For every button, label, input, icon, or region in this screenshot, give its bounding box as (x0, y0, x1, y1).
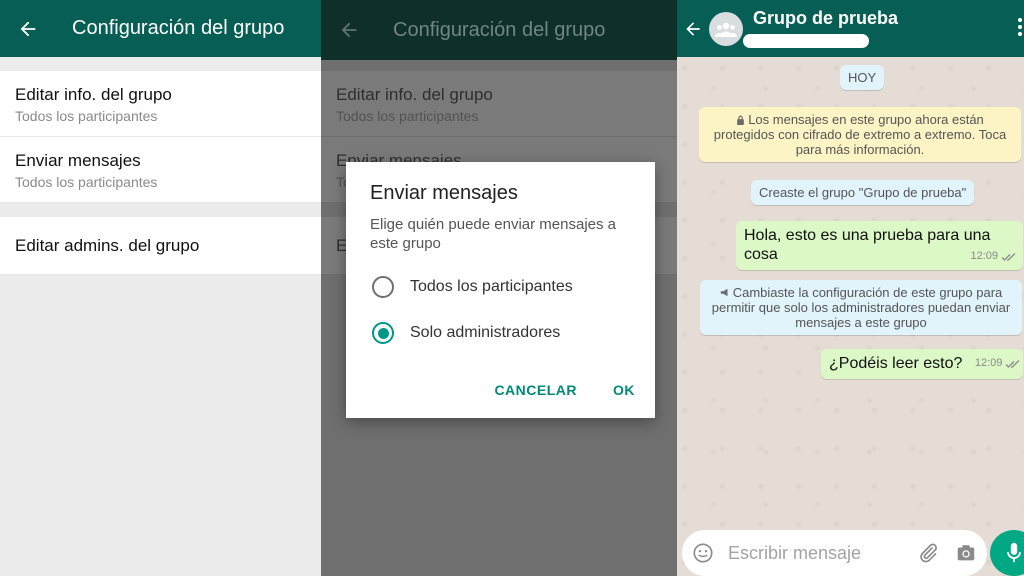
send-messages-dialog: Enviar mensajes Elige quién puede enviar… (346, 162, 655, 418)
message-meta: 12:09 (975, 354, 1022, 373)
app-bar-dimmed: Configuración del grupo (321, 0, 677, 60)
dialog-message: Elige quién puede enviar mensajes a este… (370, 216, 616, 252)
cancel-button[interactable]: CANCELAR (494, 382, 577, 398)
encryption-notice-text: Los mensajes en este grupo ahora están p… (713, 112, 1007, 157)
settings-change-notice: Cambiaste la configuración de este grupo… (700, 280, 1022, 335)
back-arrow-icon[interactable] (677, 19, 709, 39)
setting-send-messages[interactable]: Enviar mensajes Todos los participantes (0, 137, 321, 203)
emoji-icon[interactable] (692, 542, 714, 564)
megaphone-icon (720, 288, 728, 297)
setting-label: Editar admins. del grupo (15, 236, 200, 255)
message-time: 12:09 (974, 357, 1003, 369)
settings-card: Editar info. del grupo Todos los partici… (0, 71, 321, 203)
message-time: 12:09 (970, 250, 998, 262)
back-arrow-icon (321, 19, 377, 41)
group-settings-screen: Configuración del grupo Editar info. del… (0, 0, 321, 576)
radio-button[interactable] (372, 276, 394, 298)
option-label: Solo administradores (410, 324, 561, 341)
radio-button-checked[interactable] (372, 322, 394, 344)
double-check-icon (1005, 359, 1020, 368)
group-settings-dialog-screen: Configuración del grupo Editar info. del… (321, 0, 677, 576)
lock-icon (737, 115, 745, 125)
ok-button[interactable]: OK (613, 382, 635, 398)
group-avatar[interactable] (709, 11, 743, 46)
redacted-participants (743, 34, 869, 48)
setting-edit-admins[interactable]: Editar admins. del grupo (0, 217, 321, 275)
attach-icon[interactable] (917, 542, 939, 564)
page-title: Configuración del grupo (393, 18, 606, 41)
message-input[interactable]: Escribir mensaje (728, 543, 917, 564)
page-title: Configuración del grupo (72, 17, 285, 39)
outgoing-message[interactable]: ¿Podéis leer esto? 12:09 (821, 349, 1023, 379)
message-composer: Escribir mensaje (682, 530, 987, 576)
chat-app-bar: Grupo de prueba (677, 0, 1024, 57)
back-arrow-icon[interactable] (0, 18, 56, 40)
option-all-participants[interactable]: Todos los participantes (370, 265, 631, 309)
group-created-notice: Creaste el grupo "Grupo de prueba" (751, 180, 975, 205)
setting-label: Editar info. del grupo (15, 85, 172, 104)
date-chip: HOY (840, 65, 885, 90)
outgoing-message[interactable]: Hola, esto es una prueba para una cosa 1… (736, 221, 1023, 270)
dialog-title: Enviar mensajes (370, 182, 518, 204)
setting-edit-info[interactable]: Editar info. del grupo Todos los partici… (0, 71, 321, 137)
group-icon (715, 22, 737, 37)
settings-change-text: Cambiaste la configuración de este grupo… (711, 285, 1011, 330)
setting-value: Todos los participantes (15, 108, 158, 124)
setting-value: Todos los participantes (15, 174, 158, 190)
setting-value: Todos los participantes (336, 108, 479, 124)
more-options-icon[interactable] (1018, 18, 1024, 36)
message-text: Hola, esto es una prueba para una cosa (744, 227, 991, 263)
message-text: ¿Podéis leer esto? (829, 355, 963, 372)
camera-icon[interactable] (955, 542, 977, 564)
app-bar: Configuración del grupo (0, 0, 321, 57)
setting-label: Editar info. del grupo (336, 85, 493, 104)
double-check-icon (1001, 252, 1016, 261)
group-chat-screen: Grupo de prueba HOY Los mensajes en este… (677, 0, 1024, 576)
option-only-admins[interactable]: Solo administradores (370, 311, 631, 355)
message-meta: 12:09 (970, 247, 1017, 266)
admins-card: Editar admins. del grupo (0, 217, 321, 275)
chat-title: Grupo de prueba (753, 8, 899, 28)
option-label: Todos los participantes (410, 278, 573, 295)
microphone-icon (1007, 542, 1021, 563)
setting-edit-info: Editar info. del grupo Todos los partici… (321, 71, 677, 137)
setting-label: Enviar mensajes (15, 151, 141, 170)
encryption-notice[interactable]: Los mensajes en este grupo ahora están p… (699, 107, 1021, 162)
